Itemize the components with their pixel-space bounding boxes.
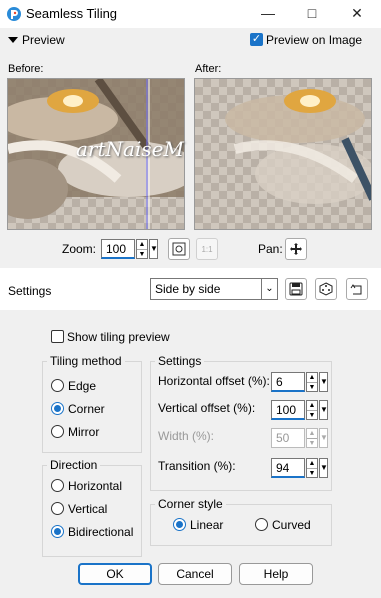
zoom-dropdown-arrow[interactable]: ▼ <box>149 239 158 259</box>
direction-group: Direction Horizontal Vertical Bidirectio… <box>42 458 142 557</box>
settings-group-title: Settings <box>155 354 205 368</box>
reset-button[interactable] <box>346 278 368 300</box>
preview-section-header: Preview ✓ Preview on Image <box>0 28 381 52</box>
move-icon <box>290 243 302 255</box>
zoom-fit-icon <box>172 242 186 256</box>
save-icon <box>289 282 303 296</box>
cancel-button[interactable]: Cancel <box>158 563 232 585</box>
tiling-mirror-radio[interactable] <box>51 425 64 438</box>
direction-vertical-label[interactable]: Vertical <box>68 502 107 516</box>
randomize-button[interactable] <box>315 278 337 300</box>
after-preview[interactable] <box>194 78 372 230</box>
reset-icon <box>350 284 362 295</box>
width-dropdown[interactable]: ▼ <box>319 428 328 448</box>
vertical-offset-dropdown[interactable]: ▼ <box>319 400 328 420</box>
paintshop-app-icon <box>6 6 22 22</box>
tiling-method-title: Tiling method <box>47 354 125 368</box>
tiling-corner-label[interactable]: Corner <box>68 402 105 416</box>
vertical-offset-label: Vertical offset (%): <box>158 401 256 415</box>
before-label: Before: <box>8 63 44 75</box>
horizontal-offset-dropdown[interactable]: ▼ <box>319 372 328 392</box>
preset-select[interactable]: Side by side ⌄ <box>150 278 278 300</box>
corner-style-title: Corner style <box>155 497 226 511</box>
direction-vertical-radio[interactable] <box>51 502 64 515</box>
zoom-fit-button[interactable] <box>168 238 190 260</box>
horizontal-offset-input[interactable]: 6 <box>271 372 305 392</box>
settings-group: Settings Horizontal offset (%): 6 ▲ ▼ ▼ V… <box>150 354 332 491</box>
transition-input[interactable]: 94 <box>271 458 305 478</box>
zoom-input[interactable]: 100 <box>101 239 135 259</box>
preview-toggle-label[interactable]: Preview <box>22 33 65 47</box>
after-label: After: <box>195 63 222 75</box>
direction-title: Direction <box>47 458 101 472</box>
corner-linear-label[interactable]: Linear <box>190 518 223 532</box>
dice-icon <box>319 282 333 296</box>
close-icon[interactable]: ✕ <box>343 2 371 24</box>
show-tiling-preview-label[interactable]: Show tiling preview <box>67 330 170 344</box>
minimize-icon[interactable]: — <box>254 2 282 24</box>
after-image <box>225 89 371 204</box>
preview-area: Before: After: artNaiseM Zoom: 100 ▲ ▼ ▼… <box>0 52 381 268</box>
ok-button[interactable]: OK <box>78 563 152 585</box>
collapse-arrow-icon[interactable] <box>8 37 18 43</box>
tiling-edge-radio[interactable] <box>51 379 64 392</box>
transition-stepper[interactable]: ▲ ▼ <box>306 458 318 478</box>
horizontal-offset-stepper[interactable]: ▲ ▼ <box>306 372 318 392</box>
chevron-down-icon[interactable]: ⌄ <box>261 279 277 299</box>
width-input[interactable]: 50 <box>271 428 305 448</box>
corner-style-group: Corner style Linear Curved <box>150 497 332 546</box>
zoom-100-button[interactable]: 1:1 <box>196 238 218 260</box>
tiling-mirror-label[interactable]: Mirror <box>68 425 99 439</box>
settings-label: Settings <box>8 284 52 298</box>
pan-label: Pan: <box>258 242 283 256</box>
direction-bidirectional-label[interactable]: Bidirectional <box>68 525 133 539</box>
vertical-offset-stepper[interactable]: ▲ ▼ <box>306 400 318 420</box>
direction-bidirectional-radio[interactable] <box>51 525 64 538</box>
tiling-edge-label[interactable]: Edge <box>68 379 96 393</box>
transition-dropdown[interactable]: ▼ <box>319 458 328 478</box>
zoom-label: Zoom: <box>62 242 97 256</box>
zoom-100-icon: 1:1 <box>201 244 213 254</box>
title-bar: Seamless Tiling — □ ✕ <box>0 0 381 28</box>
preview-on-image-label[interactable]: Preview on Image <box>266 33 362 47</box>
window-title: Seamless Tiling <box>26 6 118 21</box>
save-preset-button[interactable] <box>285 278 307 300</box>
width-label: Width (%): <box>158 429 215 443</box>
direction-horizontal-radio[interactable] <box>51 479 64 492</box>
preset-bar: Settings Side by side ⌄ <box>0 271 381 307</box>
corner-curved-label[interactable]: Curved <box>272 518 311 532</box>
direction-horizontal-label[interactable]: Horizontal <box>68 479 122 493</box>
corner-curved-radio[interactable] <box>255 518 268 531</box>
tiling-method-group: Tiling method Edge Corner Mirror <box>42 354 142 453</box>
settings-panel: Show tiling preview Tiling method Edge C… <box>0 310 381 598</box>
maximize-icon[interactable]: □ <box>298 2 326 24</box>
transition-label: Transition (%): <box>158 459 236 473</box>
watermark: artNaiseM <box>76 137 184 161</box>
tiling-corner-radio[interactable] <box>51 402 64 415</box>
preview-on-image-checkbox[interactable]: ✓ <box>250 33 263 46</box>
vertical-offset-input[interactable]: 100 <box>271 400 305 420</box>
zoom-stepper[interactable]: ▲ ▼ <box>136 239 148 259</box>
corner-linear-radio[interactable] <box>173 518 186 531</box>
horizontal-offset-label: Horizontal offset (%): <box>158 374 270 388</box>
show-tiling-preview-checkbox[interactable] <box>51 330 64 343</box>
help-button[interactable]: Help <box>239 563 313 585</box>
preset-value: Side by side <box>155 282 221 296</box>
width-stepper[interactable]: ▲ ▼ <box>306 428 318 448</box>
pan-button[interactable] <box>285 238 307 260</box>
